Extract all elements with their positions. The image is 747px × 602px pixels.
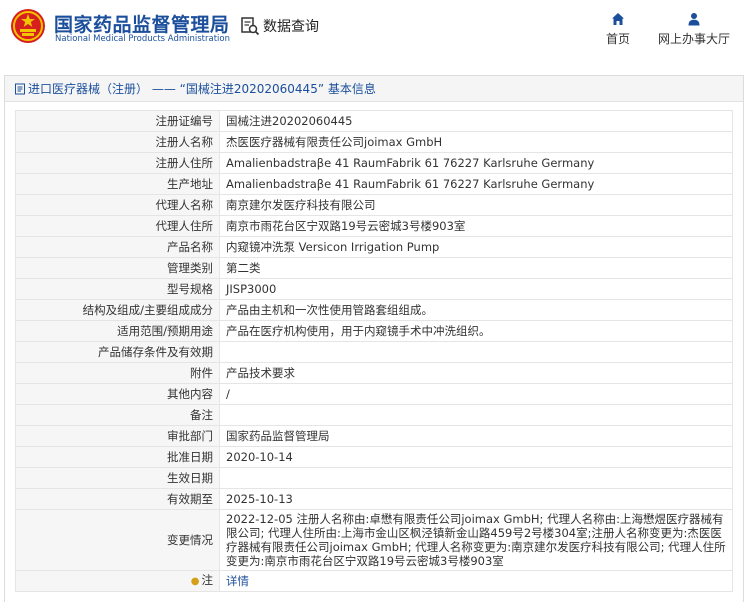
org-name-en: National Medical Products Administration <box>55 34 230 44</box>
nav-office-label: 网上办事大厅 <box>657 32 730 46</box>
row-label: 有效期至 <box>15 488 220 510</box>
data-query-label: 数据查询 <box>263 19 319 35</box>
table-row: 代理人名称 南京建尔发医疗科技有限公司 <box>15 194 733 216</box>
row-label: 代理人住所 <box>15 215 220 237</box>
row-value: 杰医医疗器械有限责任公司joimax GmbH <box>219 131 733 153</box>
table-row: 注册人住所 Amalienbadstraβe 41 RaumFabrik 61 7… <box>15 152 733 174</box>
row-label: 注 <box>201 573 214 587</box>
row-value: 第二类 <box>219 257 733 279</box>
row-label: 型号规格 <box>15 278 220 300</box>
row-label: 结构及组成/主要组成成分 <box>15 299 220 321</box>
row-label: 适用范围/预期用途 <box>15 320 220 342</box>
row-value: 国械注进20202060445 <box>219 110 733 132</box>
table-row: 有效期至 2025-10-13 <box>15 488 733 510</box>
row-label: 生效日期 <box>15 467 220 489</box>
table-row: ● 注 详情 <box>15 570 733 592</box>
row-value: Amalienbadstraβe 41 RaumFabrik 61 76227 … <box>219 173 733 195</box>
panel-title: 进口医疗器械（注册） —— “国械注进20202060445” 基本信息 <box>5 76 743 102</box>
table-row: 批准日期 2020-10-14 <box>15 446 733 468</box>
table-row: 结构及组成/主要组成成分 产品由主机和一次性使用管路套组组成。 <box>15 299 733 321</box>
row-value: 南京建尔发医疗科技有限公司 <box>219 194 733 216</box>
row-value: 产品技术要求 <box>219 362 733 384</box>
home-icon <box>612 13 624 25</box>
table-row: 审批部门 国家药品监督管理局 <box>15 425 733 447</box>
user-icon <box>688 13 700 26</box>
row-value <box>219 467 733 489</box>
row-label: 产品储存条件及有效期 <box>15 341 220 363</box>
row-label: 注册证编号 <box>15 110 220 132</box>
table-row: 产品名称 内窥镜冲洗泵 Versicon Irrigation Pump <box>15 236 733 258</box>
data-query-link[interactable]: 数据查询 <box>240 16 319 36</box>
row-label: 代理人名称 <box>15 194 220 216</box>
note-label-cell: ● 注 <box>15 570 220 592</box>
table-row: 管理类别 第二类 <box>15 257 733 279</box>
data-query-icon <box>241 17 260 36</box>
table-row: 注册人名称 杰医医疗器械有限责任公司joimax GmbH <box>15 131 733 153</box>
row-value: 2025-10-13 <box>219 488 733 510</box>
table-row: 附件 产品技术要求 <box>15 362 733 384</box>
table-row: 适用范围/预期用途 产品在医疗机构使用，用于内窥镜手术中冲洗组织。 <box>15 320 733 342</box>
change-history-value: 2022-12-05 注册人名称由:卓懋有限责任公司joimax GmbH; 代… <box>219 509 733 571</box>
row-label: 审批部门 <box>15 425 220 447</box>
row-label: 管理类别 <box>15 257 220 279</box>
row-label: 注册人名称 <box>15 131 220 153</box>
info-table: 注册证编号 国械注进20202060445 注册人名称 杰医医疗器械有限责任公司jo… <box>15 110 733 592</box>
row-label: 变更情况 <box>15 509 220 571</box>
row-label: 批准日期 <box>15 446 220 468</box>
national-emblem-icon <box>11 9 45 43</box>
row-value: 国家药品监督管理局 <box>219 425 733 447</box>
table-row: 备注 <box>15 404 733 426</box>
nav-online-office[interactable]: 网上办事大厅 <box>654 12 734 47</box>
table-row: 生产地址 Amalienbadstraβe 41 RaumFabrik 61 76… <box>15 173 733 195</box>
org-name-cn: 国家药品监督管理局 <box>54 14 230 36</box>
row-value: 产品在医疗机构使用，用于内窥镜手术中冲洗组织。 <box>219 320 733 342</box>
details-link[interactable]: 详情 <box>226 574 249 588</box>
document-icon <box>15 83 25 94</box>
table-row: 变更情况 2022-12-05 注册人名称由:卓懋有限责任公司joimax Gmb… <box>15 509 733 571</box>
row-value: 内窥镜冲洗泵 Versicon Irrigation Pump <box>219 236 733 258</box>
info-panel: 进口医疗器械（注册） —— “国械注进20202060445” 基本信息 注册证… <box>4 75 744 602</box>
row-label: 其他内容 <box>15 383 220 405</box>
row-value: / <box>219 383 733 405</box>
row-value: 产品由主机和一次性使用管路套组组成。 <box>219 299 733 321</box>
table-row: 代理人住所 南京市雨花台区宁双路19号云密城3号楼903室 <box>15 215 733 237</box>
row-value <box>219 341 733 363</box>
note-value-cell: 详情 <box>219 570 733 592</box>
row-value: 2020-10-14 <box>219 446 733 468</box>
row-label: 注册人住所 <box>15 152 220 174</box>
table-row: 型号规格 JISP3000 <box>15 278 733 300</box>
nav-home-label: 首页 <box>605 32 630 46</box>
table-row: 生效日期 <box>15 467 733 489</box>
row-label: 产品名称 <box>15 236 220 258</box>
row-value: 南京市雨花台区宁双路19号云密城3号楼903室 <box>219 215 733 237</box>
table-row: 产品储存条件及有效期 <box>15 341 733 363</box>
nav-home[interactable]: 首页 <box>598 12 638 47</box>
row-value <box>219 404 733 426</box>
panel-title-text: 进口医疗器械（注册） —— “国械注进20202060445” 基本信息 <box>28 82 376 96</box>
table-row: 其他内容 / <box>15 383 733 405</box>
row-label: 附件 <box>15 362 220 384</box>
table-row: 注册证编号 国械注进20202060445 <box>15 110 733 132</box>
row-value: JISP3000 <box>219 278 733 300</box>
lightbulb-icon: ● <box>190 576 200 587</box>
row-value: Amalienbadstraβe 41 RaumFabrik 61 76227 … <box>219 152 733 174</box>
row-label: 备注 <box>15 404 220 426</box>
row-label: 生产地址 <box>15 173 220 195</box>
site-header: 国家药品监督管理局 National Medical Products Admi… <box>0 0 747 62</box>
